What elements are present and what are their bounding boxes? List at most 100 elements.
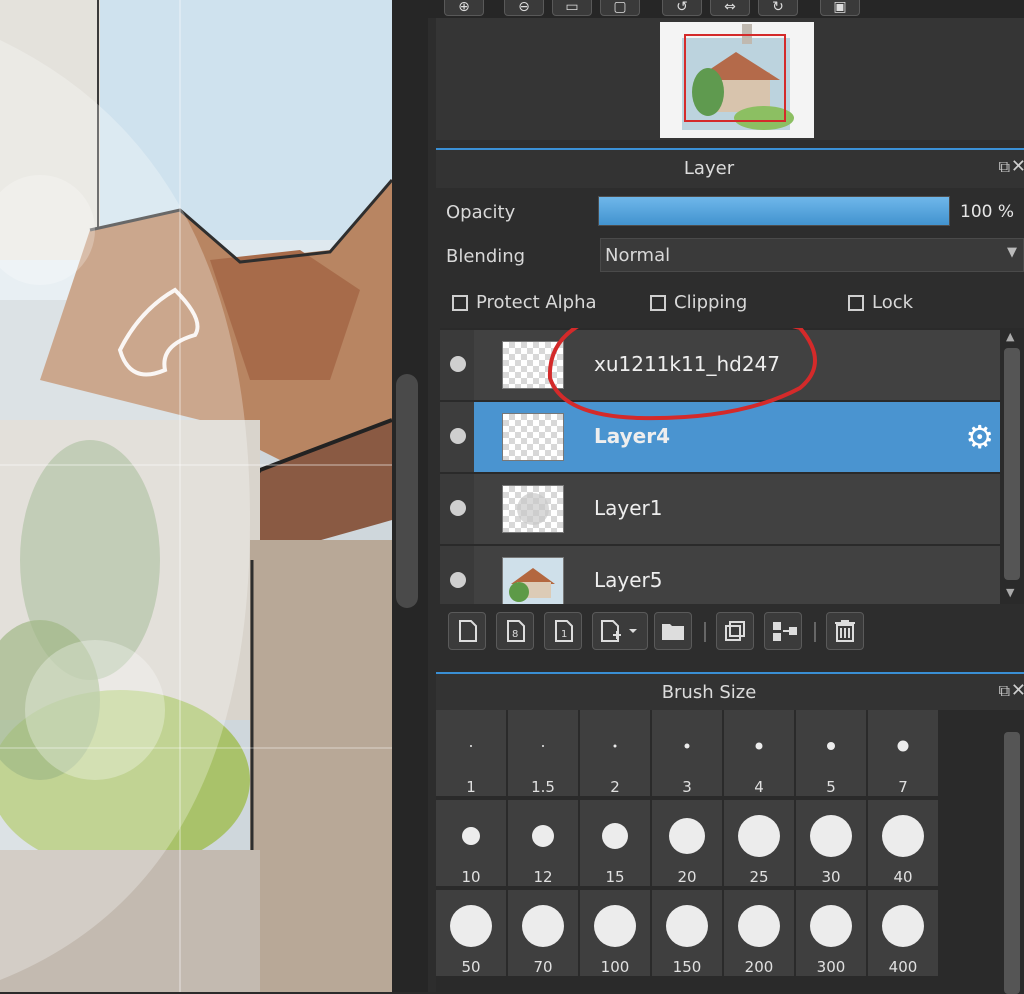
- layer-row-selected[interactable]: Layer4 ⚙: [440, 402, 1000, 472]
- navigator-thumbnail[interactable]: [660, 22, 814, 138]
- canvas-vertical-scrollbar[interactable]: [392, 0, 428, 992]
- brush-size-cell[interactable]: 70: [508, 890, 578, 976]
- trash-icon[interactable]: [826, 612, 864, 650]
- brush-size-label: 150: [672, 958, 702, 976]
- toolbar-separator: [814, 622, 816, 642]
- brush-size-label: 10: [461, 868, 481, 886]
- checkbox-box: [650, 294, 666, 311]
- brush-size-cell[interactable]: 15: [580, 800, 650, 886]
- rotate-left-icon[interactable]: ↺: [662, 0, 702, 16]
- blending-select[interactable]: Normal ▼: [600, 238, 1024, 272]
- brush-size-label: 3: [682, 778, 692, 796]
- rotate-right-icon[interactable]: ↻: [758, 0, 798, 16]
- add-layer-dropdown-icon[interactable]: [592, 612, 648, 650]
- layer-row[interactable]: xu1211k11_hd247: [440, 330, 1000, 400]
- viewport-frame[interactable]: [684, 34, 786, 122]
- clipping-checkbox[interactable]: Clipping: [650, 292, 747, 313]
- brush-size-cell[interactable]: 5: [796, 710, 866, 796]
- toolbar-separator: [704, 622, 706, 642]
- brush-preview-dot: [882, 905, 924, 947]
- brush-size-label: 4: [754, 778, 764, 796]
- layer-row[interactable]: Layer1: [440, 474, 1000, 544]
- brush-size-cell[interactable]: 2: [580, 710, 650, 796]
- visibility-toggle-icon[interactable]: [450, 500, 466, 516]
- scroll-up-icon[interactable]: ▲: [1006, 330, 1014, 343]
- layer-name: Layer1: [594, 496, 663, 520]
- brush-size-cell[interactable]: 20: [652, 800, 722, 886]
- layer-thumbnail: [502, 413, 564, 461]
- brush-size-cell[interactable]: 10: [436, 800, 506, 886]
- layer-list[interactable]: xu1211k11_hd247 Layer4 ⚙ Layer1 Layer5: [440, 328, 1000, 604]
- brush-size-label: 200: [744, 958, 774, 976]
- layer-name: Layer4: [594, 424, 671, 448]
- scrollbar-thumb[interactable]: [396, 374, 418, 608]
- brush-size-cell[interactable]: 100: [580, 890, 650, 976]
- brush-size-cell[interactable]: 1: [436, 710, 506, 796]
- protect-alpha-label: Protect Alpha: [476, 292, 597, 313]
- brush-preview-dot: [882, 815, 924, 857]
- reset-icon[interactable]: ▣: [820, 0, 860, 16]
- zoom-in-icon[interactable]: ⊕: [444, 0, 484, 16]
- layer-row[interactable]: Layer5: [440, 546, 1000, 604]
- brush-size-label: 2: [610, 778, 620, 796]
- brush-size-cell[interactable]: 50: [436, 890, 506, 976]
- brush-preview-dot: [542, 745, 544, 747]
- protect-alpha-checkbox[interactable]: Protect Alpha: [452, 292, 597, 313]
- scroll-down-icon[interactable]: ▼: [1006, 586, 1014, 599]
- scrollbar-thumb[interactable]: [1004, 348, 1020, 580]
- new-8bit-layer-icon[interactable]: 8: [496, 612, 534, 650]
- zoom-out-icon[interactable]: ⊖: [504, 0, 544, 16]
- brush-size-cell[interactable]: 1.5: [508, 710, 578, 796]
- folder-icon[interactable]: [654, 612, 692, 650]
- flip-icon[interactable]: ⇔: [710, 0, 750, 16]
- opacity-slider-fill: [599, 197, 949, 225]
- visibility-toggle-icon[interactable]: [450, 428, 466, 444]
- brush-size-cell[interactable]: 200: [724, 890, 794, 976]
- popout-icon[interactable]: ⧉: [999, 157, 1010, 177]
- brush-size-cell[interactable]: 30: [796, 800, 866, 886]
- brush-size-scrollbar[interactable]: [1000, 710, 1024, 994]
- opacity-value: 100 %: [960, 202, 1015, 222]
- lock-checkbox[interactable]: Lock: [848, 292, 913, 313]
- brush-size-label: 20: [677, 868, 697, 886]
- brush-preview-dot: [827, 742, 835, 750]
- brush-size-label: 400: [888, 958, 918, 976]
- brush-size-cell[interactable]: 40: [868, 800, 938, 886]
- brush-preview-dot: [810, 815, 852, 857]
- close-icon[interactable]: ✕: [1011, 156, 1024, 177]
- brush-size-cell[interactable]: 3: [652, 710, 722, 796]
- brush-size-cell[interactable]: 400: [868, 890, 938, 976]
- scrollbar-thumb[interactable]: [1004, 732, 1020, 994]
- opacity-slider[interactable]: [598, 196, 950, 226]
- new-layer-icon[interactable]: [448, 612, 486, 650]
- brush-preview-dot: [532, 825, 554, 847]
- merge-layer-icon[interactable]: [764, 612, 802, 650]
- popout-icon[interactable]: ⧉: [999, 681, 1010, 701]
- brush-preview-dot: [810, 905, 852, 947]
- new-1bit-layer-icon[interactable]: 1: [544, 612, 582, 650]
- layer-thumbnail: [502, 485, 564, 533]
- actual-size-icon[interactable]: ▢: [600, 0, 640, 16]
- brush-size-cell[interactable]: 25: [724, 800, 794, 886]
- duplicate-layer-glyph: [725, 621, 745, 641]
- close-icon[interactable]: ✕: [1011, 680, 1024, 701]
- blending-value: Normal: [605, 245, 671, 266]
- duplicate-layer-icon[interactable]: [716, 612, 754, 650]
- layer-list-scrollbar[interactable]: ▲ ▼: [1000, 328, 1024, 604]
- brush-size-cell[interactable]: 4: [724, 710, 794, 796]
- navigator-view[interactable]: [436, 18, 1024, 140]
- lock-label: Lock: [872, 292, 914, 313]
- gear-icon[interactable]: ⚙: [965, 418, 994, 456]
- visibility-toggle-icon[interactable]: [450, 356, 466, 372]
- brush-preview-dot: [602, 823, 628, 849]
- brush-size-cell[interactable]: 300: [796, 890, 866, 976]
- brush-size-cell[interactable]: 7: [868, 710, 938, 796]
- brush-size-cell[interactable]: 150: [652, 890, 722, 976]
- visibility-toggle-icon[interactable]: [450, 572, 466, 588]
- brush-size-label: 70: [533, 958, 553, 976]
- brush-size-cell[interactable]: 12: [508, 800, 578, 886]
- fit-icon[interactable]: ▭: [552, 0, 592, 16]
- drawing-canvas[interactable]: [0, 0, 392, 992]
- merge-layer-glyph: [773, 622, 797, 641]
- layer-thumbnail: [502, 341, 564, 389]
